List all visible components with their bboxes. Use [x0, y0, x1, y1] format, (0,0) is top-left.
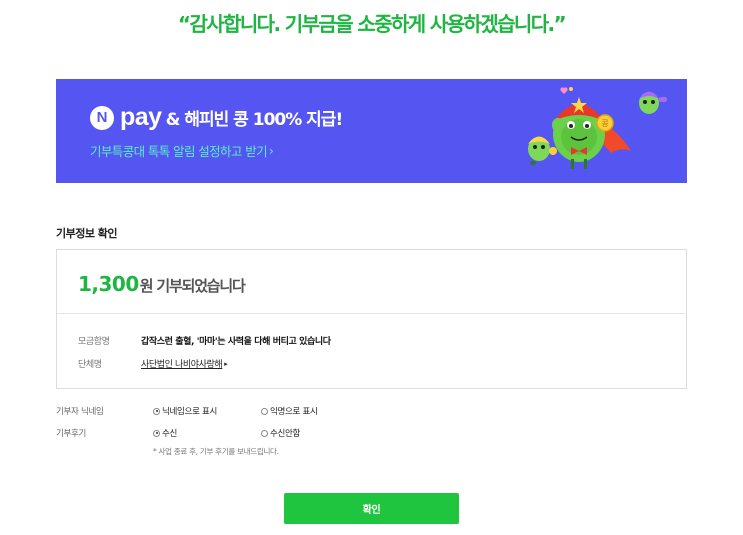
donation-amount-suffix: 원 기부되었습니다	[139, 277, 246, 295]
fundraiser-name-row: 모금함명 갑작스런 출혈, '마마'는 사력을 다해 버티고 있습니다	[78, 334, 331, 347]
radio-label: 수신안함	[270, 429, 301, 439]
radio-dot-icon	[261, 429, 268, 437]
radio-label: 익명으로 표시	[270, 407, 318, 417]
donation-amount: 1,300	[78, 272, 139, 296]
banner-link-text: 기부특콩대 톡톡 알림 설정하고 받기	[90, 144, 268, 159]
bean-mascots-illustration: 콩	[528, 87, 667, 169]
fundraiser-name: 갑작스런 출혈, '마마'는 사력을 다해 버티고 있습니다	[141, 337, 331, 347]
banner-link[interactable]: 기부특콩대 톡톡 알림 설정하고 받기 ›	[90, 141, 274, 160]
donation-info-box: 1,300 원 기부되었습니다 모금함명 갑작스런 출혈, '마마'는 사력을 …	[56, 249, 687, 389]
banner-title: & 해피빈 콩 100% 지급!	[165, 110, 344, 130]
radio-anonymous[interactable]: 익명으로 표시	[261, 405, 369, 417]
section-title-donation-info: 기부정보 확인	[56, 227, 118, 240]
radio-dot-icon	[153, 429, 160, 437]
radio-label: 수신	[162, 429, 178, 439]
nickname-option-row: 기부자 닉네임 닉네임으로 표시 익명으로 표시	[56, 405, 369, 417]
review-option-label: 기부후기	[56, 429, 87, 439]
divider	[57, 313, 686, 314]
thanks-message: “감사합니다. 기부금을 소중하게 사용하겠습니다.”	[177, 12, 567, 36]
pay-wordmark: pay	[120, 103, 162, 131]
radio-dot-icon	[153, 407, 160, 415]
radio-label: 닉네임으로 표시	[162, 407, 218, 417]
fundraiser-label: 모금함명	[78, 337, 110, 347]
arrow-right-icon: ▸	[224, 359, 228, 368]
radio-show-nickname[interactable]: 닉네임으로 표시	[153, 405, 261, 417]
svg-text:콩: 콩	[601, 119, 608, 128]
organization-link[interactable]: 사단법인 나비야사랑해	[141, 357, 223, 370]
donation-amount-row: 1,300 원 기부되었습니다	[78, 272, 246, 296]
radio-dot-icon	[261, 407, 268, 415]
npay-promo-banner[interactable]: N pay & 해피빈 콩 100% 지급! 기부특콩대 톡톡 알림 설정하고 …	[56, 79, 687, 183]
nickname-option-label: 기부자 닉네임	[56, 407, 104, 417]
organization-row: 단체명 사단법인 나비야사랑해 ▸	[78, 357, 228, 371]
radio-receive-review[interactable]: 수신	[153, 427, 261, 439]
naver-n-logo: N	[90, 105, 114, 130]
organization-label: 단체명	[78, 360, 102, 370]
radio-no-review[interactable]: 수신안함	[261, 427, 369, 439]
review-note: * 사업 종료 후, 기부 후기를 보내드립니다.	[153, 447, 279, 456]
confirm-button[interactable]: 확인	[284, 493, 459, 524]
banner-headline: N pay & 해피빈 콩 100% 지급!	[90, 103, 344, 131]
review-option-row: 기부후기 수신 수신안함	[56, 427, 369, 439]
chevron-right-icon: ›	[269, 143, 274, 158]
